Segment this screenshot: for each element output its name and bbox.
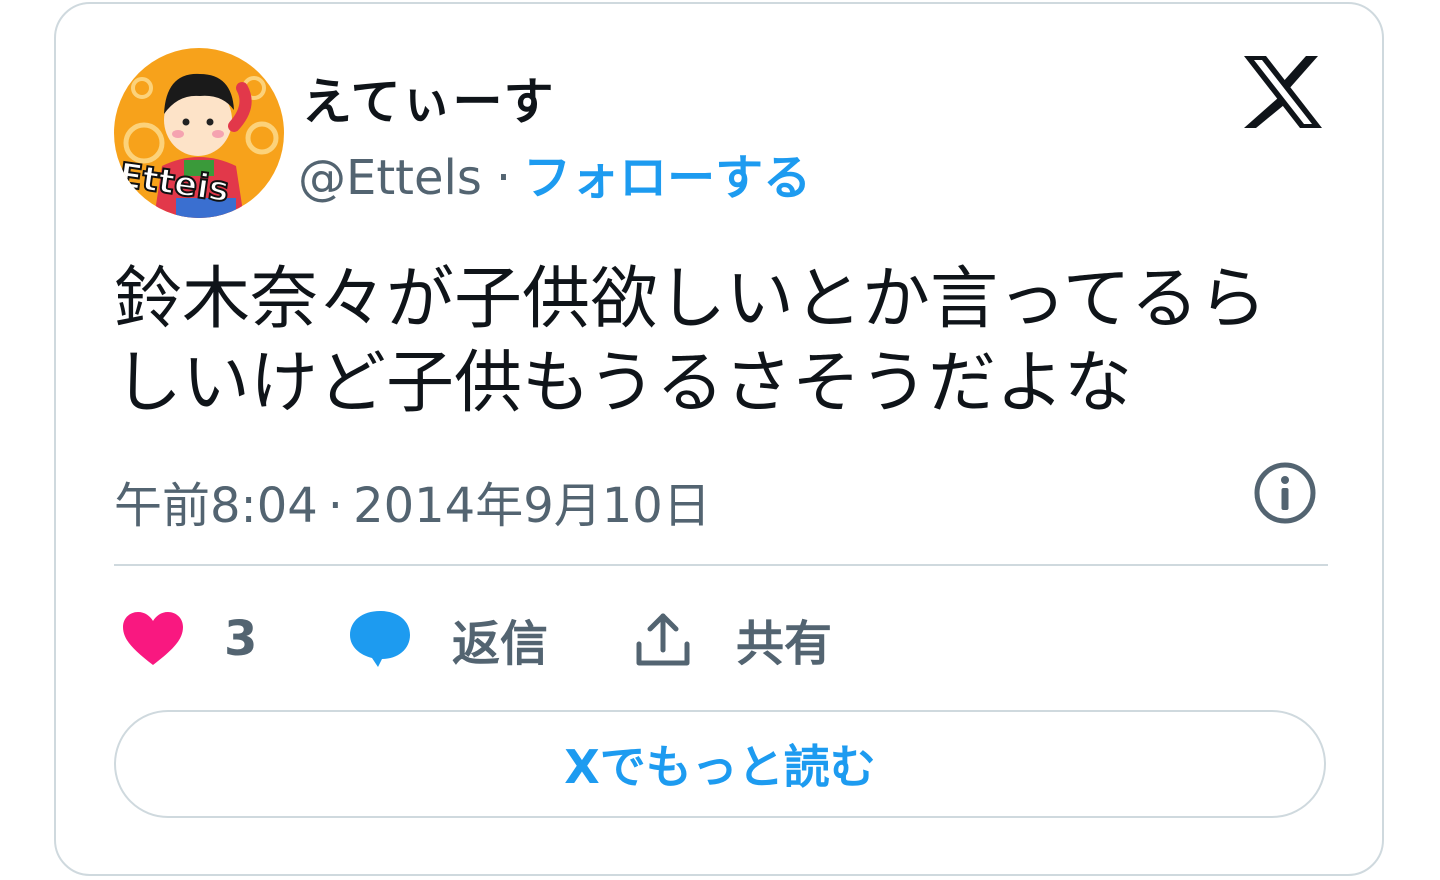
tweet-time: 午前8:04 (114, 478, 318, 534)
share-button[interactable]: 共有 (634, 604, 832, 674)
avatar-image: Etteis (114, 48, 284, 218)
like-button[interactable]: 3 (122, 604, 257, 674)
handle-separator: · (495, 150, 512, 206)
reply-label: 返信 (452, 616, 549, 672)
avatar[interactable]: Etteis (114, 48, 284, 218)
user-handle[interactable]: @Ettels (298, 150, 482, 206)
share-label: 共有 (736, 616, 833, 672)
divider (114, 564, 1328, 566)
follow-link[interactable]: フォローする (523, 138, 811, 208)
heart-icon (123, 612, 183, 665)
tweet-timestamp[interactable]: 午前8:04 · 2014年9月10日 (114, 466, 711, 536)
display-name[interactable]: えてぃーす (302, 62, 555, 134)
reply-button[interactable]: 返信 (348, 604, 548, 674)
timestamp-separator: · (327, 478, 344, 534)
info-icon[interactable] (1252, 460, 1318, 526)
tweet-date: 2014年9月10日 (353, 478, 711, 534)
read-more-button[interactable]: Xでもっと読む (114, 710, 1326, 818)
share-upload-icon (636, 613, 690, 666)
handle-row: @Ettels · フォローする (298, 138, 811, 208)
speech-bubble-icon (350, 611, 410, 667)
tweet-text: 鈴木奈々が子供欲しいとか言ってるらしいけど子供もうるさそうだよな (114, 260, 1267, 423)
x-logo-icon[interactable] (1242, 54, 1324, 130)
tweet-embed-card: Etteis えてぃーす @Ettels · フォローする 鈴木奈々が子供欲しい… (54, 2, 1384, 876)
like-count: 3 (224, 611, 258, 667)
